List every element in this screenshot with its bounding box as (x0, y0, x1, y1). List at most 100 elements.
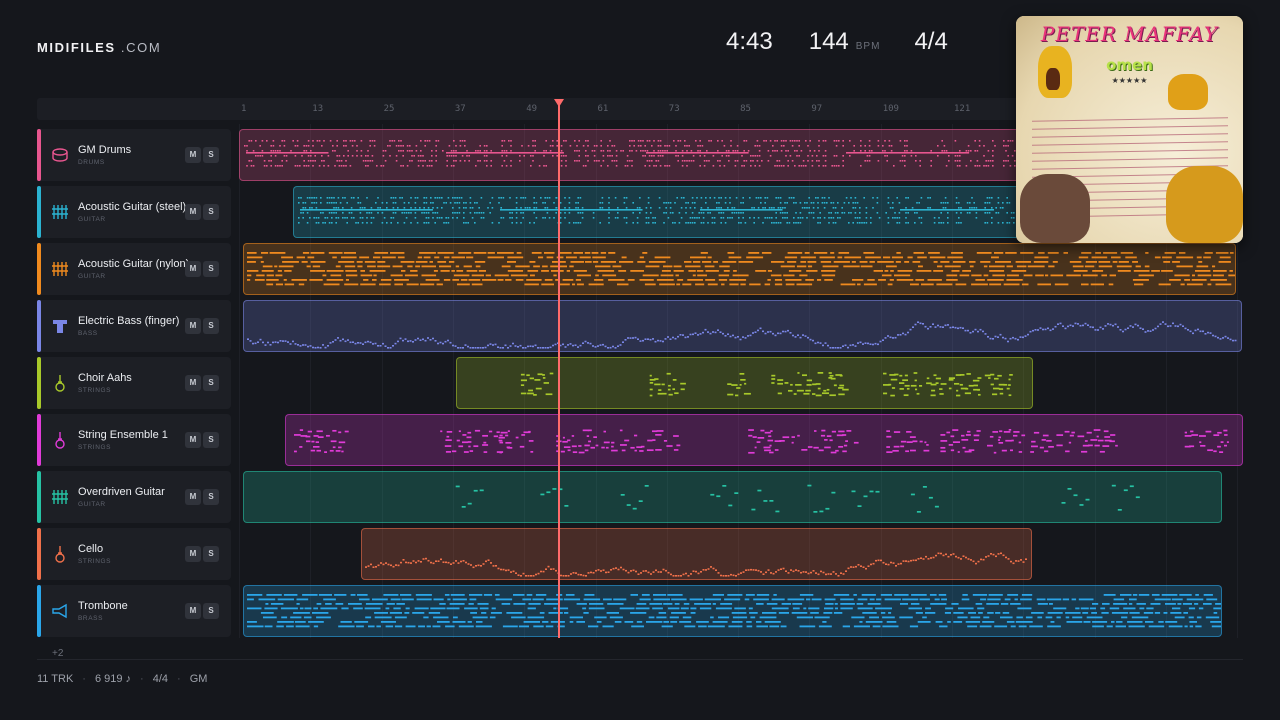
ruler-tick: 61 (597, 104, 609, 114)
footer-standard: GM (189, 673, 208, 685)
footer-divider (37, 659, 1243, 660)
mute-button[interactable]: M (185, 261, 201, 277)
footer-note-count: 6 919 ♪ (94, 673, 132, 685)
ruler-tick: 13 (312, 104, 324, 114)
drum-icon (51, 146, 69, 164)
track-name: Acoustic Guitar (nylon) (78, 258, 190, 270)
ruler-tick: 73 (668, 104, 680, 114)
guitar-grid-icon (51, 203, 69, 221)
playhead[interactable] (558, 104, 560, 638)
track-header[interactable]: Choir Aahs STRINGS M S (37, 357, 231, 409)
track-color-bar (37, 528, 41, 580)
guitar-grid-icon (51, 488, 69, 506)
solo-button[interactable]: S (203, 375, 219, 391)
track-color-bar (37, 585, 41, 637)
ruler-tick: 85 (740, 104, 751, 114)
track-color-bar (37, 243, 41, 295)
track-name: Acoustic Guitar (steel) (78, 201, 187, 213)
solo-button[interactable]: S (203, 204, 219, 220)
track-header[interactable]: Electric Bass (finger) BASS M S (37, 300, 231, 352)
track-category: GUITAR (78, 216, 106, 223)
solo-button[interactable]: S (203, 318, 219, 334)
mute-button[interactable]: M (185, 603, 201, 619)
track-header[interactable]: Acoustic Guitar (steel) GUITAR M S (37, 186, 231, 238)
track-header[interactable]: Trombone BRASS M S (37, 585, 231, 637)
time-signature: 4/4 (914, 28, 948, 55)
violin-icon (51, 545, 69, 563)
midi-region[interactable] (361, 528, 1032, 580)
brand-suffix: .COM (120, 40, 162, 55)
ruler-tick: 25 (383, 104, 395, 114)
tempo: 144 (808, 28, 849, 55)
mute-button[interactable]: M (185, 546, 201, 562)
track-header[interactable]: Overdriven Guitar GUITAR M S (37, 471, 231, 523)
track-color-bar (37, 129, 41, 181)
track-name: Overdriven Guitar (78, 486, 165, 498)
playhead-marker[interactable] (554, 99, 564, 107)
track-color-bar (37, 300, 41, 352)
midi-region[interactable] (243, 243, 1236, 295)
duration: 4:43 (726, 28, 773, 55)
album-cover: PETER MAFFAY omen ★★★★★ (1016, 16, 1243, 243)
track-category: GUITAR (78, 501, 106, 508)
track-category: DRUMS (78, 159, 105, 166)
solo-button[interactable]: S (203, 261, 219, 277)
track-color-bar (37, 186, 41, 238)
mute-button[interactable]: M (185, 489, 201, 505)
mute-button[interactable]: M (185, 318, 201, 334)
track-name: Electric Bass (finger) (78, 315, 180, 327)
ruler-tick: 109 (882, 104, 899, 114)
tempo-unit: BPM (855, 41, 881, 52)
footer-track-count: 11 TRK (37, 673, 74, 685)
ruler-tick: 97 (811, 104, 823, 114)
brand-name: MIDIFILES (37, 40, 116, 55)
track-category: STRINGS (78, 558, 112, 565)
guitar-grid-icon (51, 260, 69, 278)
solo-button[interactable]: S (203, 489, 219, 505)
track-name: Cello (78, 543, 104, 555)
track-category: STRINGS (78, 387, 112, 394)
track-color-bar (37, 471, 41, 523)
trombone-icon (51, 602, 69, 620)
song-stats: 4:43 144 BPM 4/4 (726, 28, 948, 56)
ruler-tick: 49 (526, 104, 538, 114)
ruler-tick: 1 (241, 104, 247, 114)
track-category: BRASS (78, 615, 104, 622)
mute-button[interactable]: M (185, 204, 201, 220)
track-color-bar (37, 414, 41, 466)
track-header[interactable]: String Ensemble 1 STRINGS M S (37, 414, 231, 466)
mute-button[interactable]: M (185, 375, 201, 391)
ruler-tick: 37 (454, 104, 466, 114)
track-name: String Ensemble 1 (78, 429, 168, 441)
track-name: GM Drums (78, 144, 132, 156)
track-category: BASS (78, 330, 98, 337)
track-name: Trombone (78, 600, 128, 612)
track-header[interactable]: GM Drums DRUMS M S (37, 129, 231, 181)
solo-button[interactable]: S (203, 603, 219, 619)
track-category: GUITAR (78, 273, 106, 280)
midi-region[interactable] (456, 357, 1033, 409)
ruler-tick: 121 (954, 104, 971, 114)
footer-time-signature: 4/4 (152, 673, 169, 685)
more-tracks[interactable]: +2 (52, 648, 63, 659)
midi-region[interactable] (243, 585, 1222, 637)
solo-button[interactable]: S (203, 147, 219, 163)
bass-icon (51, 317, 69, 335)
midi-region[interactable] (243, 471, 1222, 523)
mute-button[interactable]: M (185, 432, 201, 448)
violin-icon (51, 374, 69, 392)
track-name: Choir Aahs (78, 372, 132, 384)
solo-button[interactable]: S (203, 546, 219, 562)
track-color-bar (37, 357, 41, 409)
track-header[interactable]: Cello STRINGS M S (37, 528, 231, 580)
solo-button[interactable]: S (203, 432, 219, 448)
violin-icon (51, 431, 69, 449)
track-category: STRINGS (78, 444, 112, 451)
midi-region[interactable] (285, 414, 1243, 466)
footer-summary: 11 TRK · 6 919 ♪ · 4/4 · GM (37, 673, 208, 685)
midi-region[interactable] (243, 300, 1242, 352)
mute-button[interactable]: M (185, 147, 201, 163)
brand-logo[interactable]: MIDIFILES .COM (37, 40, 161, 55)
album-artist: PETER MAFFAY (1040, 22, 1219, 46)
track-header[interactable]: Acoustic Guitar (nylon) GUITAR M S (37, 243, 231, 295)
